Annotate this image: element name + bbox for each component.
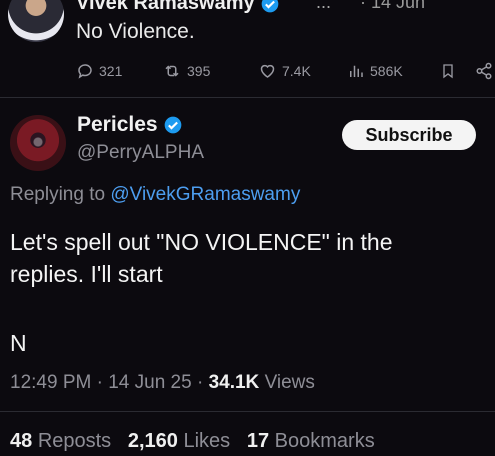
like-icon xyxy=(260,64,275,78)
replying-to-mention[interactable]: @VivekGRamaswamy xyxy=(110,184,300,205)
bookmark-action[interactable] xyxy=(440,62,456,80)
divider xyxy=(0,411,495,412)
likes-stat[interactable]: 2,160 Likes xyxy=(128,430,230,452)
reposts-stat[interactable]: 48 Reposts xyxy=(10,430,111,452)
repost-icon xyxy=(165,65,179,77)
parent-tweet-text: No Violence. xyxy=(76,20,195,43)
reposts-label: Reposts xyxy=(37,430,112,452)
reply-author-handle[interactable]: @PerryALPHA xyxy=(77,142,204,164)
repost-count: 395 xyxy=(187,63,211,79)
replying-to: Replying to @VivekGRamaswamy xyxy=(10,184,300,206)
share-icon xyxy=(476,62,492,80)
bookmarks-label: Bookmarks xyxy=(274,430,375,452)
divider xyxy=(0,97,495,98)
verified-icon xyxy=(165,117,182,134)
meta-separator: · xyxy=(196,372,209,393)
tweet-meta: 12:49 PM · 14 Jun 25 · 34.1K Views xyxy=(10,372,315,394)
tweet-time[interactable]: 12:49 PM xyxy=(10,372,91,393)
reply-author-name[interactable]: Pericles xyxy=(77,113,183,137)
parent-author-name[interactable]: Vivek Ramaswamy xyxy=(76,0,280,15)
parent-action-bar: 321 395 7.4K 586K xyxy=(0,62,495,86)
bookmarks-count: 17 xyxy=(246,430,270,452)
parent-author-name-text: Vivek Ramaswamy xyxy=(76,0,255,14)
reposts-count: 48 xyxy=(10,430,33,452)
views-count: 586K xyxy=(370,63,403,79)
subscribe-button[interactable]: Subscribe xyxy=(342,120,476,150)
parent-date[interactable]: · 14 Jun xyxy=(360,0,425,13)
reply-author-avatar[interactable] xyxy=(10,115,66,171)
views-icon xyxy=(350,65,363,77)
tweet-views-count[interactable]: 34.1K xyxy=(209,372,260,393)
tweet-views-label: Views xyxy=(264,372,315,393)
tweet-text-line: Let's spell out "NO VIOLENCE" in the xyxy=(10,229,393,255)
like-action[interactable]: 7.4K xyxy=(258,62,311,80)
likes-count: 2,160 xyxy=(127,430,178,452)
repost-action[interactable]: 395 xyxy=(162,62,210,80)
tweet-text-line: replies. I'll start xyxy=(10,261,163,287)
reply-icon xyxy=(78,64,92,79)
like-count: 7.4K xyxy=(282,63,311,79)
bookmark-icon xyxy=(443,64,453,79)
tweet-text-letter: N xyxy=(10,330,27,356)
reply-count: 321 xyxy=(99,63,123,79)
parent-avatar[interactable] xyxy=(8,0,64,42)
reply-author-name-text: Pericles xyxy=(77,113,158,136)
verified-icon xyxy=(261,0,279,13)
replying-to-prefix: Replying to xyxy=(10,184,106,205)
parent-more-menu[interactable]: ... xyxy=(316,0,331,13)
share-action[interactable] xyxy=(474,62,494,80)
tweet-date[interactable]: 14 Jun 25 xyxy=(108,372,191,393)
meta-separator: · xyxy=(96,372,109,393)
likes-label: Likes xyxy=(183,430,231,452)
reply-tweet-text: Let's spell out "NO VIOLENCE" in the rep… xyxy=(10,226,480,290)
views-action[interactable]: 586K xyxy=(347,62,403,80)
reply-action[interactable]: 321 xyxy=(76,62,122,80)
bookmarks-stat[interactable]: 17 Bookmarks xyxy=(247,430,375,452)
engagement-stats: 48 Reposts 2,160 Likes 17 Bookmarks xyxy=(10,430,375,453)
